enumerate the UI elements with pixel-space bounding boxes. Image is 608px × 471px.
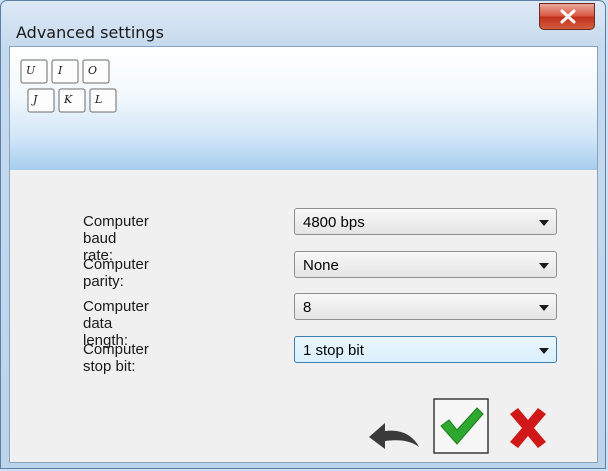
close-button[interactable] bbox=[539, 3, 595, 30]
key-l-label: L bbox=[94, 93, 102, 106]
parity-select[interactable]: None bbox=[294, 251, 557, 278]
baud-rate-value: 4800 bps bbox=[303, 214, 365, 231]
data-length-value: 8 bbox=[303, 299, 312, 316]
stop-bit-label: Computer stop bit: bbox=[83, 341, 149, 375]
keyboard-keys-icon: U I O J K L bbox=[20, 59, 117, 113]
key-j-label: J bbox=[31, 93, 38, 106]
cross-icon bbox=[510, 408, 546, 448]
key-i-label: I bbox=[57, 64, 63, 77]
parity-label: Computer parity: bbox=[83, 256, 149, 290]
chevron-down-icon bbox=[539, 305, 549, 311]
stop-bit-value: 1 stop bit bbox=[303, 342, 364, 359]
chevron-down-icon bbox=[539, 263, 549, 269]
dialog-body: U I O J K L Computer baud rate: 4800 bps… bbox=[9, 46, 598, 463]
chevron-down-icon bbox=[539, 220, 549, 226]
dialog-window: Advanced settings U I O J K L Computer b… bbox=[0, 0, 606, 469]
close-icon bbox=[560, 9, 576, 24]
undo-icon bbox=[369, 423, 419, 449]
checkmark-icon bbox=[433, 398, 489, 454]
header-banner: U I O J K L bbox=[10, 47, 597, 170]
chevron-down-icon bbox=[539, 348, 549, 354]
ok-button[interactable] bbox=[433, 398, 489, 459]
title-bar[interactable]: Advanced settings bbox=[1, 1, 605, 46]
window-title: Advanced settings bbox=[16, 23, 164, 42]
parity-value: None bbox=[303, 257, 339, 274]
baud-rate-select[interactable]: 4800 bps bbox=[294, 208, 557, 235]
key-o-label: O bbox=[88, 64, 97, 77]
key-k-label: K bbox=[63, 93, 73, 106]
cancel-button[interactable] bbox=[504, 404, 552, 457]
undo-button[interactable] bbox=[363, 415, 425, 460]
key-u-label: U bbox=[26, 64, 36, 77]
stop-bit-select[interactable]: 1 stop bit bbox=[294, 336, 557, 363]
data-length-select[interactable]: 8 bbox=[294, 293, 557, 320]
